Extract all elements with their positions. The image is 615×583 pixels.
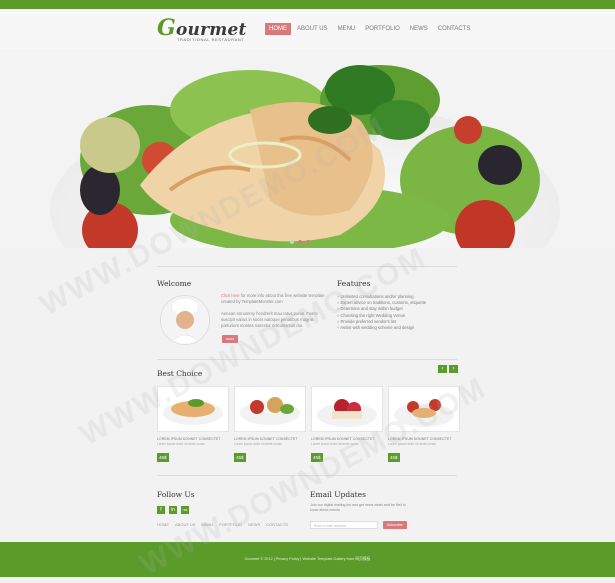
- follow-us-title: Follow Us: [157, 490, 195, 499]
- footer-nav-news[interactable]: NEWS: [248, 522, 260, 527]
- site-header: Gourmet TRADITIONAL RESTAURANT HOME ABOU…: [0, 9, 615, 51]
- features-list: Unlimited consultations and/or planning …: [337, 294, 426, 331]
- price-button[interactable]: 45$: [388, 453, 400, 462]
- menu-card: LOREM IPSUM DONNET CONSECTET Lorem ipsum…: [234, 386, 306, 464]
- welcome-intro: Click here for more info about this free…: [221, 293, 326, 305]
- dish-image[interactable]: [157, 386, 229, 432]
- best-choice-title: Best Choice: [157, 369, 203, 378]
- facebook-icon[interactable]: f: [157, 506, 165, 514]
- chef-avatar: [160, 295, 210, 345]
- footer-nav-menu[interactable]: MENU: [201, 522, 213, 527]
- linkedin-icon[interactable]: in: [169, 506, 177, 514]
- slider-dot[interactable]: [306, 240, 310, 244]
- section-divider: [157, 266, 457, 267]
- slider-dot[interactable]: [290, 240, 294, 244]
- top-accent-bar: [0, 0, 615, 9]
- email-updates-title: Email Updates: [310, 490, 366, 499]
- subscribe-button[interactable]: Subscribe: [383, 521, 407, 529]
- nav-contacts[interactable]: CONTACTS: [434, 23, 475, 35]
- card-title: LOREM IPSUM DONNET CONSECTET: [311, 437, 375, 441]
- section-divider: [157, 359, 457, 360]
- nav-news[interactable]: NEWS: [406, 23, 432, 35]
- footer-nav-home[interactable]: HOME: [157, 522, 169, 527]
- menu-card: LOREM IPSUM DONNET CONSECTET Lorem ipsum…: [388, 386, 460, 464]
- logo-initial: G: [157, 15, 176, 41]
- card-text: Lorem ipsum dolor sit amet conse: [234, 442, 282, 446]
- main-nav: HOME ABOUT US MENU PORTFOLIO NEWS CONTAC…: [265, 23, 476, 35]
- nav-home[interactable]: HOME: [265, 23, 291, 35]
- nav-portfolio[interactable]: PORTFOLIO: [361, 23, 404, 35]
- slider-pagination: [290, 240, 310, 244]
- nav-about-us[interactable]: ABOUT US: [293, 23, 332, 35]
- footer-nav-about-us[interactable]: ABOUT US: [175, 522, 195, 527]
- price-button[interactable]: 45$: [234, 453, 246, 462]
- dish-image[interactable]: [388, 386, 460, 432]
- card-text: Lorem ipsum dolor sit amet conse: [311, 442, 359, 446]
- menu-card: LOREM IPSUM DONNET CONSECTET Lorem ipsum…: [157, 386, 229, 464]
- footer-bar: Gourmet © 2012 | Privacy Policy | Websit…: [0, 542, 615, 577]
- footer-nav-contacts[interactable]: CONTACTS: [266, 522, 288, 527]
- dish-image[interactable]: [234, 386, 306, 432]
- welcome-link[interactable]: Click here: [221, 293, 240, 298]
- site-logo[interactable]: Gourmet TRADITIONAL RESTAURANT: [157, 15, 247, 42]
- dish-image[interactable]: [311, 386, 383, 432]
- card-text: Lorem ipsum dolor sit amet conse: [388, 442, 436, 446]
- section-divider: [157, 475, 457, 476]
- price-button[interactable]: 45$: [157, 453, 169, 462]
- carousel-next-button[interactable]: ›: [449, 365, 458, 373]
- carousel-prev-button[interactable]: ‹: [438, 365, 447, 373]
- menu-card: LOREM IPSUM DONNET CONSECTET Lorem ipsum…: [311, 386, 383, 464]
- rss-icon[interactable]: rss: [181, 506, 189, 514]
- nav-menu[interactable]: MENU: [334, 23, 360, 35]
- email-input[interactable]: Enter e-mail address: [310, 521, 378, 529]
- price-button[interactable]: 45$: [311, 453, 323, 462]
- hero-slider-image: [0, 50, 615, 248]
- footer-nav-portfolio[interactable]: PORTFOLIO: [219, 522, 242, 527]
- email-updates-text: Join our digital mailing list and get ne…: [310, 503, 406, 512]
- card-title: LOREM IPSUM DONNET CONSECTET: [234, 437, 298, 441]
- welcome-title: Welcome: [157, 279, 192, 288]
- slider-dot-active[interactable]: [298, 240, 302, 244]
- features-title: Features: [337, 279, 371, 288]
- copyright-text: Gourmet © 2012 | Privacy Policy | Websit…: [244, 557, 371, 561]
- feature-item: Assist with wedding scheme and design: [337, 325, 426, 331]
- card-text: Lorem ipsum dolor sit amet conse: [157, 442, 205, 446]
- welcome-body: Aenean nonummy hendrerit mau ratus purus…: [221, 311, 318, 328]
- footer-nav: HOME ABOUT US MENU PORTFOLIO NEWS CONTAC…: [157, 522, 294, 527]
- card-title: LOREM IPSUM DONNET CONSECTET: [157, 437, 221, 441]
- welcome-more-button[interactable]: more: [222, 335, 239, 343]
- logo-subtitle: TRADITIONAL RESTAURANT: [177, 37, 245, 42]
- card-title: LOREM IPSUM DONNET CONSECTET: [388, 437, 452, 441]
